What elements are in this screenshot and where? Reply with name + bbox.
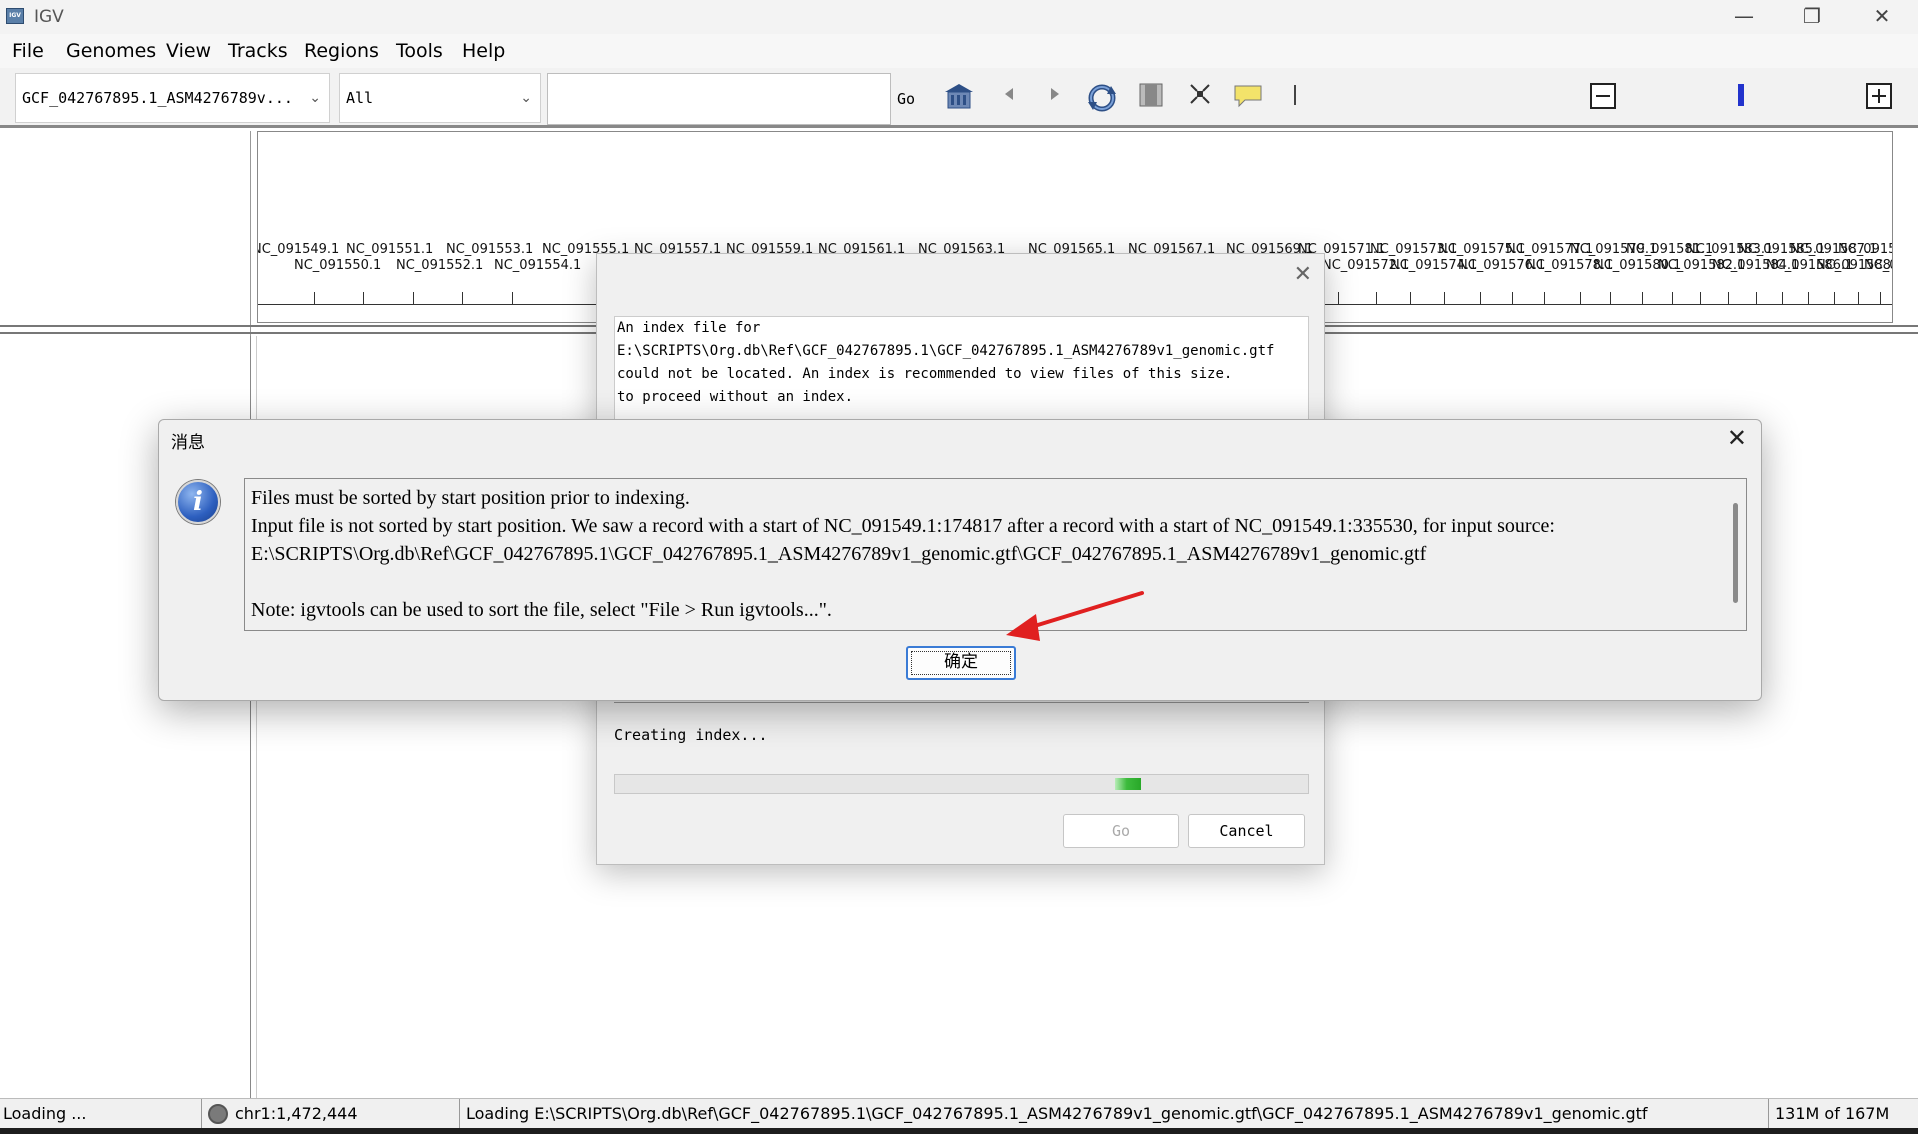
ruler-tick	[413, 292, 414, 304]
ruler-tick	[1782, 292, 1783, 304]
ruler-tick	[1642, 292, 1643, 304]
status-message: Loading ...	[0, 1099, 202, 1129]
chevron-down-icon: ⌄	[520, 90, 532, 106]
chromosome-label[interactable]: NC_091551.1	[346, 242, 433, 257]
chromosome-value: All	[346, 89, 374, 107]
menu-tracks[interactable]: Tracks	[228, 40, 288, 62]
message-line: Files must be sorted by start position p…	[251, 487, 690, 509]
ruler-tick	[1512, 292, 1513, 304]
status-detail: Loading E:\SCRIPTS\Org.db\Ref\GCF_042767…	[463, 1099, 1769, 1129]
menu-bar: File Genomes View Tracks Regions Tools H…	[0, 34, 1918, 68]
ruler-tick	[1338, 292, 1339, 304]
progress-fill	[1115, 778, 1141, 790]
index-line: An index file for	[617, 320, 761, 336]
ruler-tick	[512, 292, 513, 304]
ruler-tick	[1880, 292, 1881, 304]
ruler-tick	[1376, 292, 1377, 304]
chromosome-dropdown[interactable]: All ⌄	[339, 73, 541, 123]
title-bar: IGV IGV — ❐ ✕	[0, 0, 1918, 34]
refresh-icon[interactable]	[1085, 82, 1119, 114]
chromosome-label[interactable]: NC_091590.1	[1864, 258, 1892, 273]
chromosome-label[interactable]: NC_091589.1	[1838, 242, 1892, 257]
ruler-tick	[1728, 292, 1729, 304]
divider	[614, 702, 1309, 703]
close-icon[interactable]: ✕	[1294, 262, 1312, 287]
chromosome-label[interactable]: NC_091552.1	[396, 258, 483, 273]
status-position: chr1:1,472,444	[232, 1099, 460, 1129]
chromosome-label[interactable]: NC_091549.1	[258, 242, 339, 257]
dialog-title: 消息	[171, 433, 205, 453]
genome-dropdown[interactable]: GCF_042767895.1_ASM4276789v... ⌄	[15, 73, 330, 123]
index-line: to proceed without an index.	[617, 389, 854, 405]
forward-icon[interactable]	[1038, 82, 1072, 114]
back-icon[interactable]	[992, 82, 1026, 114]
toolbar: GCF_042767895.1_ASM4276789v... ⌄ All ⌄ G…	[0, 68, 1918, 128]
popup-text-icon[interactable]	[1231, 82, 1265, 114]
chromosome-label[interactable]: NC_091554.1	[494, 258, 581, 273]
restore-icon[interactable]: ❐	[1778, 0, 1846, 34]
message-line: Input file is not sorted by start positi…	[251, 515, 1555, 537]
ruler-tick	[1444, 292, 1445, 304]
menu-regions[interactable]: Regions	[304, 40, 379, 62]
ruler-tick	[1410, 292, 1411, 304]
chromosome-label[interactable]: NC_091553.1	[446, 242, 533, 257]
ruler-tick	[1808, 292, 1809, 304]
message-line: Note: igvtools can be used to sort the f…	[251, 599, 832, 621]
ruler-tick	[462, 292, 463, 304]
go-button-disabled: Go	[1063, 814, 1179, 848]
cancel-button[interactable]: Cancel	[1188, 814, 1305, 848]
creating-index-label: Creating index...	[614, 726, 768, 744]
close-window-icon[interactable]: ✕	[1848, 0, 1916, 34]
resize-icon[interactable]	[1183, 82, 1217, 114]
ruler-tick	[314, 292, 315, 304]
chromosome-label[interactable]: NC_091550.1	[294, 258, 381, 273]
window-title: IGV	[34, 7, 64, 27]
menu-view[interactable]: View	[166, 40, 211, 62]
go-button[interactable]: Go	[893, 73, 919, 125]
zoom-in-icon[interactable]	[1862, 82, 1896, 114]
message-dialog: 消息 ✕ i Files must be sorted by start pos…	[158, 419, 1762, 701]
minimize-icon[interactable]: —	[1710, 0, 1778, 34]
message-text-area[interactable]: Files must be sorted by start position p…	[244, 478, 1747, 631]
ruler-tick	[1756, 292, 1757, 304]
ruler-tick	[1480, 292, 1481, 304]
menu-tools[interactable]: Tools	[396, 40, 443, 62]
ruler-line-icon[interactable]	[1278, 82, 1312, 114]
ruler-tick	[1700, 292, 1701, 304]
ruler-tick	[1580, 292, 1581, 304]
ruler-tick	[1834, 292, 1835, 304]
close-icon[interactable]: ✕	[1727, 424, 1747, 452]
ok-button[interactable]: 确定	[906, 646, 1016, 680]
menu-file[interactable]: File	[12, 40, 44, 62]
index-line: E:\SCRIPTS\Org.db\Ref\GCF_042767895.1\GC…	[617, 343, 1275, 359]
status-memory: 131M of 167M	[1775, 1104, 1890, 1123]
menu-genomes[interactable]: Genomes	[66, 40, 156, 62]
locus-search-input[interactable]	[547, 73, 891, 125]
ruler-tick	[1672, 292, 1673, 304]
zoom-slider-icon[interactable]	[1724, 82, 1758, 114]
index-progress-bar	[614, 774, 1309, 794]
activity-indicator-icon	[208, 1104, 228, 1124]
menu-help[interactable]: Help	[462, 40, 505, 62]
home-icon[interactable]	[942, 82, 976, 114]
ruler-tick	[363, 292, 364, 304]
chevron-down-icon: ⌄	[309, 90, 321, 106]
ruler-tick	[1544, 292, 1545, 304]
info-icon: i	[176, 480, 220, 524]
index-line: could not be located. An index is recomm…	[617, 366, 1233, 382]
igv-logo-icon: IGV	[6, 8, 24, 24]
genome-value: GCF_042767895.1_ASM4276789v...	[22, 89, 293, 107]
taskbar-edge	[0, 1128, 1918, 1134]
scrollbar-thumb[interactable]	[1733, 503, 1738, 603]
ruler-tick	[1610, 292, 1611, 304]
zoom-out-icon[interactable]	[1586, 82, 1620, 114]
status-bar: Loading ... chr1:1,472,444 Loading E:\SC…	[0, 1098, 1918, 1129]
roi-icon[interactable]	[1134, 82, 1168, 114]
ruler-tick	[1858, 292, 1859, 304]
message-line: E:\SCRIPTS\Org.db\Ref\GCF_042767895.1\GC…	[251, 543, 1427, 565]
